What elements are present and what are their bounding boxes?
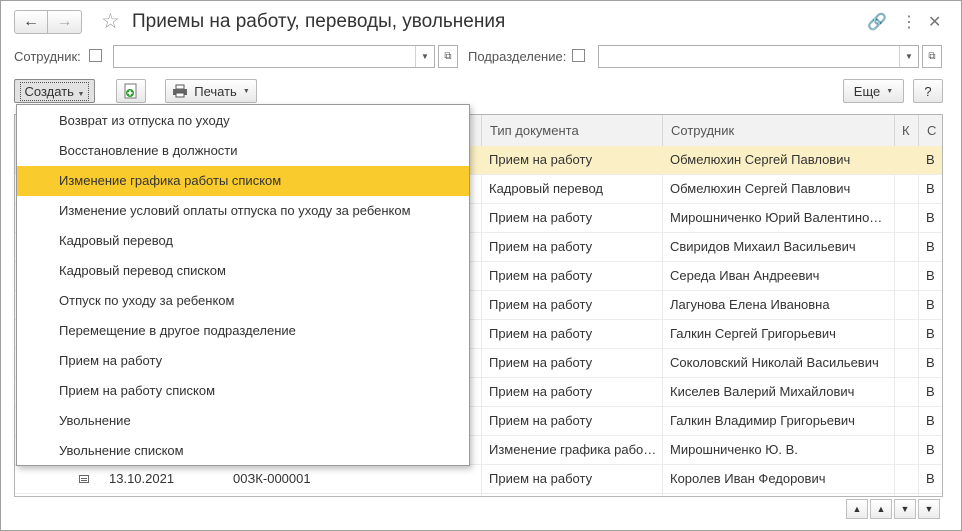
cell-employee: Обмелюхин Сергей Павлович [670,181,851,196]
column-header-employee[interactable]: Сотрудник [662,115,894,146]
last-icon[interactable]: ▼ [918,499,940,519]
cell-employee: Галкин Сергей Григорьевич [670,326,836,341]
cell-c: В [926,471,935,486]
chevron-down-icon[interactable]: ▼ [899,46,918,67]
department-open-button[interactable]: ⧉ [922,45,942,68]
arrow-right-icon: → [56,13,73,30]
column-header-type[interactable]: Тип документа [481,115,662,146]
menu-item[interactable]: Кадровый перевод [17,226,469,256]
cell-employee: Королев Иван Федорович [670,471,826,486]
cell-c: В [926,442,935,457]
copy-button[interactable] [116,79,146,103]
table-row[interactable]: 13.10.2021 00ЗК-000001 Прием на работу Коро… [15,465,942,494]
up-icon[interactable]: ▲ [870,499,892,519]
open-icon: ⧉ [928,51,936,62]
print-button[interactable]: Печать ▼ [165,79,257,103]
cell-type: Прием на работу [489,355,593,370]
column-header-c[interactable]: С [918,115,942,146]
menu-item[interactable]: Отпуск по уходу за ребенком [17,286,469,316]
caret-down-icon: ▼ [886,87,894,95]
cell-c: В [926,413,935,428]
print-label: Печать [194,83,237,99]
menu-item[interactable]: Перемещение в другое подразделение [17,316,469,346]
open-icon: ⧉ [444,51,452,62]
first-icon[interactable]: ▲ [846,499,868,519]
cell-employee: Мирошниченко Юрий Валентино… [670,210,883,225]
menu-item[interactable]: Увольнение [17,406,469,436]
employee-checkbox[interactable] [89,49,102,62]
cell-employee: Киселев Валерий Михайлович [670,384,855,399]
menu-item[interactable]: Восстановление в должности [17,136,469,166]
cell-type: Прием на работу [489,210,593,225]
department-field[interactable]: ▼ [598,45,919,68]
more-label: Еще [853,83,881,99]
menu-item[interactable]: Изменение графика работы списком [17,166,469,196]
cell-c: В [926,210,935,225]
cell-employee: Галкин Владимир Григорьевич [670,413,855,428]
cell-employee: Середа Иван Андреевич [670,268,820,283]
department-checkbox[interactable] [572,49,585,62]
close-icon[interactable]: ✕ [928,12,941,32]
caret-down-icon: ▼ [242,87,250,95]
caret-down-icon: ▼ [77,90,85,98]
forward-button[interactable]: → [48,10,82,34]
link-icon[interactable]: 🔗 [867,12,887,32]
cell-c: В [926,326,935,341]
cell-employee: Соколовский Николай Васильевич [670,355,879,370]
more-button[interactable]: Еще ▼ [843,79,904,103]
copy-icon [124,83,137,99]
cell-type: Прием на работу [489,413,593,428]
printer-icon [173,84,188,98]
cell-type: Прием на работу [489,239,593,254]
cell-type: Изменение графика рабо… [489,442,657,457]
cell-employee: Свиридов Михаил Васильевич [670,239,856,254]
cell-c: В [926,297,935,312]
cell-employee: Мирошниченко Ю. В. [670,442,798,457]
cell-type: Прием на работу [489,384,593,399]
cell-c: В [926,384,935,399]
cell-type: Прием на работу [489,152,593,167]
department-label: Подразделение: [468,49,567,64]
cell-number: 00ЗК-000001 [233,471,311,486]
menu-item[interactable]: Прием на работу [17,346,469,376]
help-label: ? [924,83,932,99]
arrow-left-icon: ← [23,13,39,30]
kebab-icon[interactable]: ⋮ [901,12,917,32]
help-button[interactable]: ? [913,79,943,103]
document-icon [79,475,89,483]
table-navigation: ▲ ▲ ▼ ▼ [846,499,940,519]
cell-type: Кадровый перевод [489,181,603,196]
cell-type: Прием на работу [489,268,593,283]
window: ← → ☆ Приемы на работу, переводы, увольн… [0,0,962,531]
cell-type: Прием на работу [489,297,593,312]
column-header-k[interactable]: К [894,115,918,146]
back-button[interactable]: ← [14,10,48,34]
star-icon[interactable]: ☆ [101,9,120,34]
employee-label: Сотрудник: [14,49,81,64]
cell-employee: Лагунова Елена Ивановна [670,297,830,312]
cell-type: Прием на работу [489,326,593,341]
cell-c: В [926,152,935,167]
chevron-down-icon[interactable]: ▼ [415,46,434,67]
menu-item[interactable]: Увольнение списком [17,436,469,466]
create-button[interactable]: Создать ▼ [14,79,95,103]
cell-c: В [926,355,935,370]
page-title: Приемы на работу, переводы, увольнения [132,11,506,32]
cell-date: 13.10.2021 [109,471,175,486]
menu-item[interactable]: Кадровый перевод списком [17,256,469,286]
employee-field[interactable]: ▼ [113,45,435,68]
down-icon[interactable]: ▼ [894,499,916,519]
create-label: Создать [24,83,74,99]
cell-employee: Обмелюхин Сергей Павлович [670,152,851,167]
menu-item[interactable]: Прием на работу списком [17,376,469,406]
cell-c: В [926,181,935,196]
menu-item[interactable]: Изменение условий оплаты отпуска по уход… [17,196,469,226]
menu-item[interactable]: Возврат из отпуска по уходу [17,106,469,136]
cell-type: Прием на работу [489,471,593,486]
create-dropdown-menu: Возврат из отпуска по уходу Восстановлени… [16,104,470,466]
employee-open-button[interactable]: ⧉ [438,45,458,68]
cell-c: В [926,268,935,283]
cell-c: В [926,239,935,254]
